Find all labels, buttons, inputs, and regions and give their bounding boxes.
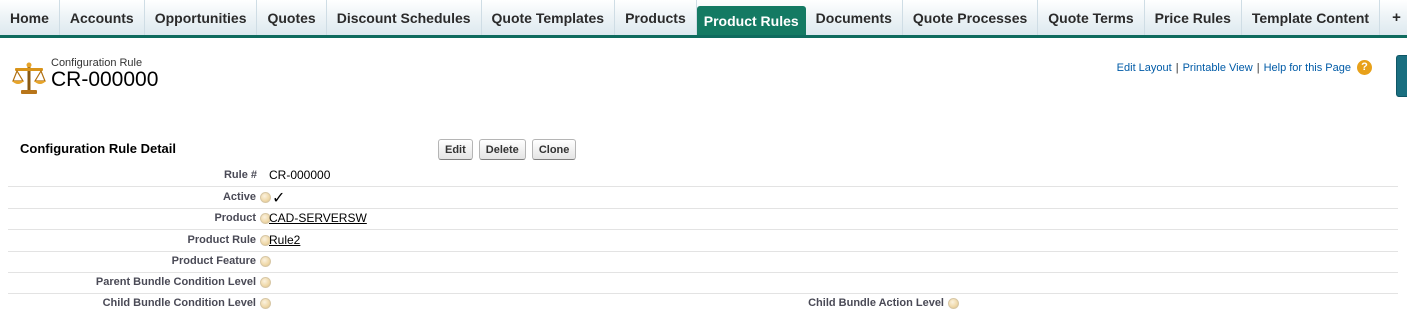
rule-number-label: Rule # (223, 169, 257, 181)
tab-price-rules[interactable]: Price Rules (1145, 0, 1242, 35)
product-rule-link[interactable]: Rule2 (269, 233, 300, 247)
help-link[interactable]: Help for this Page (1264, 62, 1351, 74)
sidebar-toggle-handle[interactable] (1396, 55, 1407, 97)
tab-home[interactable]: Home (0, 0, 60, 35)
info-icon[interactable] (260, 255, 271, 267)
detail-button-bar: Edit Delete Clone (438, 139, 577, 160)
field-row-child-bundle-levels: Child Bundle Condition Level Child Bundl… (8, 293, 1398, 314)
link-separator: | (1256, 61, 1260, 74)
tab-opportunities[interactable]: Opportunities (145, 0, 258, 35)
product-value: CAD-SERVERSW (269, 211, 367, 225)
field-row-rule-number: Rule # CR-000000 (8, 165, 1398, 187)
tab-product-rules[interactable]: Product Rules (696, 6, 806, 35)
record-name-title: CR-000000 (51, 68, 159, 91)
active-label: Active (223, 191, 271, 203)
tab-template-content[interactable]: Template Content (1242, 0, 1381, 35)
child-bundle-action-level-label: Child Bundle Action Level (808, 297, 959, 309)
product-link[interactable]: CAD-SERVERSW (269, 211, 367, 225)
tab-accounts[interactable]: Accounts (60, 0, 145, 35)
tab-quote-processes[interactable]: Quote Processes (903, 0, 1039, 35)
info-icon[interactable] (260, 191, 271, 203)
tab-quote-terms[interactable]: Quote Terms (1038, 0, 1145, 35)
product-rule-value: Rule2 (269, 233, 300, 247)
detail-section-title: Configuration Rule Detail (20, 141, 176, 156)
tab-products[interactable]: Products (615, 0, 697, 35)
delete-button[interactable]: Delete (478, 139, 526, 160)
field-row-active: Active ✓ (8, 187, 1398, 209)
tab-quote-templates[interactable]: Quote Templates (482, 0, 616, 35)
clone-button[interactable]: Clone (531, 139, 577, 160)
edit-layout-link[interactable]: Edit Layout (1117, 62, 1172, 74)
tab-documents[interactable]: Documents (806, 0, 903, 35)
add-tab-icon[interactable]: + (1380, 0, 1407, 35)
info-icon[interactable] (948, 297, 959, 309)
field-row-product-feature: Product Feature (8, 251, 1398, 273)
tab-quotes[interactable]: Quotes (257, 0, 327, 35)
help-icon[interactable]: ? (1357, 60, 1372, 75)
active-checkmark-icon: ✓ (272, 190, 286, 207)
field-row-product: Product CAD-SERVERSW (8, 208, 1398, 230)
printable-view-link[interactable]: Printable View (1183, 62, 1253, 74)
child-bundle-condition-level-label: Child Bundle Condition Level (103, 297, 271, 309)
tab-bar: Home Accounts Opportunities Quotes Disco… (0, 0, 1407, 38)
product-label: Product (214, 212, 271, 224)
info-icon[interactable] (260, 276, 271, 288)
info-icon[interactable] (260, 297, 271, 309)
link-separator: | (1175, 61, 1179, 74)
tab-discount-schedules[interactable]: Discount Schedules (327, 0, 482, 35)
field-row-product-rule: Product Rule Rule2 (8, 230, 1398, 252)
field-row-parent-bundle-condition-level: Parent Bundle Condition Level (8, 272, 1398, 294)
product-feature-label: Product Feature (172, 255, 271, 267)
parent-bundle-condition-level-label: Parent Bundle Condition Level (96, 276, 271, 288)
edit-button[interactable]: Edit (438, 139, 473, 160)
rule-number-value: CR-000000 (269, 168, 331, 182)
product-rule-label: Product Rule (188, 234, 271, 246)
header-links: Edit Layout | Printable View | Help for … (1117, 60, 1372, 75)
scales-icon (12, 62, 46, 94)
